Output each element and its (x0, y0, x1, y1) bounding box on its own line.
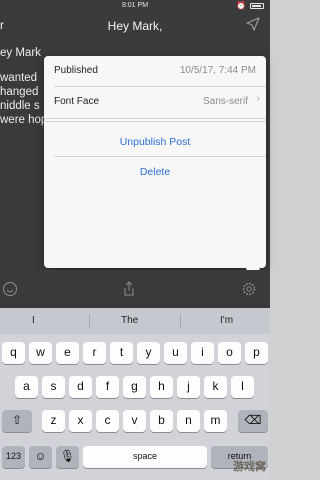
emoji-icon[interactable] (2, 281, 18, 297)
status-bar: 8:01 PM ⏰ (0, 1, 270, 12)
post-body-line: hanged (0, 86, 39, 98)
navigation-bar: 8:01 PM ⏰ r Hey Mark, (0, 0, 270, 42)
battery-icon (250, 3, 264, 9)
key[interactable]: d (69, 376, 92, 398)
post-body-line: were hop (0, 114, 48, 126)
delete-button[interactable]: Delete (44, 166, 266, 178)
prediction-3[interactable]: I'm (220, 315, 233, 326)
published-label: Published (54, 65, 98, 76)
key[interactable]: j (177, 376, 200, 398)
key[interactable]: u (164, 342, 187, 364)
key[interactable]: q (2, 342, 25, 364)
shift-key[interactable]: ⇧ (2, 410, 32, 432)
key[interactable]: z (42, 410, 65, 432)
predictive-bar: I The I'm (0, 308, 270, 334)
key[interactable]: h (150, 376, 173, 398)
key[interactable]: m (204, 410, 227, 432)
key[interactable]: y (137, 342, 160, 364)
key[interactable]: c (96, 410, 119, 432)
key[interactable]: p (245, 342, 268, 364)
key[interactable]: s (42, 376, 65, 398)
key[interactable]: b (150, 410, 173, 432)
post-options-popover: Published 10/5/17, 7:44 PM Font Face San… (44, 56, 266, 268)
key[interactable]: w (29, 342, 52, 364)
key[interactable]: g (123, 376, 146, 398)
space-key[interactable]: space (83, 446, 207, 468)
microphone-icon[interactable]: 🎙 (56, 446, 79, 468)
prediction-1[interactable]: I (32, 315, 35, 326)
post-body-line: niddle s (0, 100, 40, 112)
key[interactable]: x (69, 410, 92, 432)
numbers-key[interactable]: 123 (2, 446, 25, 468)
key[interactable]: k (204, 376, 227, 398)
alarm-icon: ⏰ (236, 1, 246, 10)
divider (54, 156, 266, 157)
watermark: 游戏窝 (233, 461, 266, 473)
key[interactable]: v (123, 410, 146, 432)
key[interactable]: i (191, 342, 214, 364)
key[interactable]: o (218, 342, 241, 364)
editor-toolbar (0, 270, 270, 308)
post-body-line: wanted (0, 72, 38, 84)
published-row: Published 10/5/17, 7:44 PM (44, 56, 266, 86)
prediction-2[interactable]: The (121, 315, 138, 326)
backspace-key[interactable]: ⌫ (238, 410, 268, 432)
gear-icon[interactable] (241, 281, 257, 297)
keyboard: I The I'm q w e r t y u i o p a s d f g … (0, 308, 270, 480)
key[interactable]: f (96, 376, 119, 398)
divider (89, 314, 90, 328)
emoji-key[interactable]: ☺ (29, 446, 52, 468)
font-face-value: Sans-serif (202, 96, 248, 107)
published-value: 10/5/17, 7:44 PM (179, 65, 256, 76)
status-time: 8:01 PM (121, 2, 149, 9)
key[interactable]: a (15, 376, 38, 398)
divider (44, 118, 266, 119)
send-icon[interactable] (246, 17, 260, 31)
share-icon[interactable] (121, 281, 137, 297)
font-face-label: Font Face (54, 96, 100, 107)
divider (180, 314, 181, 328)
font-face-row[interactable]: Font Face Sans-serif › (44, 87, 266, 117)
chevron-right-icon: › (256, 93, 260, 105)
key[interactable]: e (56, 342, 79, 364)
unpublish-post-button[interactable]: Unpublish Post (44, 136, 266, 148)
page-title: Hey Mark, (107, 19, 163, 33)
key[interactable]: t (110, 342, 133, 364)
post-title-text: ey Mark (0, 47, 41, 59)
key[interactable]: n (177, 410, 200, 432)
key[interactable]: l (231, 376, 254, 398)
key[interactable]: r (83, 342, 106, 364)
divider (44, 121, 266, 122)
